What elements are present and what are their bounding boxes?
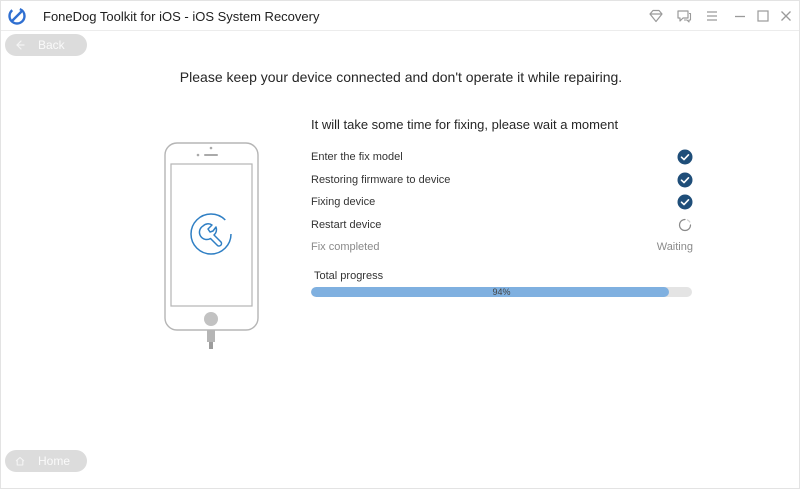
check-circle-icon xyxy=(677,149,693,165)
step-row: Restoring firmware to device xyxy=(311,172,693,190)
chat-icon[interactable] xyxy=(676,8,692,24)
back-arrow-icon xyxy=(16,40,25,50)
phone-illustration xyxy=(164,142,259,349)
step-row: Restart device xyxy=(311,217,693,235)
step-label: Restart device xyxy=(311,219,382,231)
step-label: Restoring firmware to device xyxy=(311,174,451,186)
maximize-icon[interactable] xyxy=(755,8,771,24)
check-circle-icon xyxy=(677,194,693,210)
step-label: Fix completed xyxy=(311,241,380,253)
check-circle-icon xyxy=(677,172,693,188)
progress-subheading: It will take some time for fixing, pleas… xyxy=(311,117,619,132)
fonedog-logo-icon xyxy=(8,7,26,25)
step-row: Fixing device xyxy=(311,194,693,212)
loading-spinner-icon xyxy=(678,218,692,232)
app-window: FoneDog Toolkit for iOS - iOS System Rec… xyxy=(0,0,800,489)
title-bar: FoneDog Toolkit for iOS - iOS System Rec… xyxy=(1,1,799,31)
back-button[interactable]: Back xyxy=(5,34,87,56)
app-title: FoneDog Toolkit for iOS - iOS System Rec… xyxy=(43,9,320,24)
page-heading: Please keep your device connected and do… xyxy=(179,69,623,85)
menu-icon[interactable] xyxy=(704,8,720,24)
home-button[interactable]: Home xyxy=(5,450,87,472)
progress-percent: 94% xyxy=(492,287,511,297)
step-status-text: Waiting xyxy=(656,241,693,253)
home-icon xyxy=(15,456,25,466)
step-row: Enter the fix model xyxy=(311,149,693,167)
diamond-icon[interactable] xyxy=(648,8,664,24)
step-row: Fix completed Waiting xyxy=(311,239,693,257)
close-icon[interactable] xyxy=(778,8,794,24)
minimize-icon[interactable] xyxy=(732,8,748,24)
progress-label: Total progress xyxy=(314,270,384,282)
step-label: Fixing device xyxy=(311,196,376,208)
back-button-label: Back xyxy=(38,38,65,52)
step-label: Enter the fix model xyxy=(311,151,403,163)
home-button-label: Home xyxy=(38,454,71,468)
